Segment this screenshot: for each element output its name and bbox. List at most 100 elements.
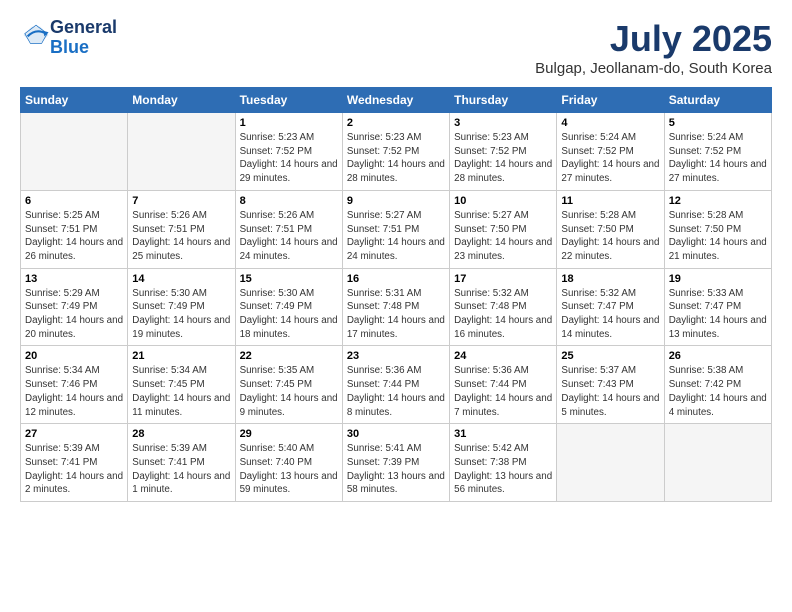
calendar-table: Sunday Monday Tuesday Wednesday Thursday… — [20, 87, 772, 502]
calendar-cell: 10 Sunrise: 5:27 AM Sunset: 7:50 PM Dayli… — [450, 190, 557, 268]
calendar-cell — [128, 113, 235, 191]
day-number: 9 — [347, 195, 445, 207]
day-info: Sunrise: 5:23 AM Sunset: 7:52 PM Dayligh… — [240, 131, 338, 186]
title-block: July 2025 Bulgap, Jeollanam-do, South Ko… — [535, 18, 772, 77]
day-number: 4 — [561, 117, 659, 129]
day-info: Sunrise: 5:35 AM Sunset: 7:45 PM Dayligh… — [240, 364, 338, 419]
day-info: Sunrise: 5:30 AM Sunset: 7:49 PM Dayligh… — [240, 287, 338, 342]
day-number: 21 — [132, 350, 230, 362]
day-number: 23 — [347, 350, 445, 362]
day-number: 11 — [561, 195, 659, 207]
calendar-cell: 3Sunrise: 5:23 AM Sunset: 7:52 PM Daylig… — [450, 113, 557, 191]
header: General Blue July 2025 Bulgap, Jeollanam… — [20, 18, 772, 77]
day-number: 1 — [240, 117, 338, 129]
day-info: Sunrise: 5:29 AM Sunset: 7:49 PM Dayligh… — [25, 287, 123, 342]
calendar-cell: 24 Sunrise: 5:36 AM Sunset: 7:44 PM Dayli… — [450, 346, 557, 424]
calendar-cell: 25 Sunrise: 5:37 AM Sunset: 7:43 PM Dayli… — [557, 346, 664, 424]
day-number: 5 — [669, 117, 767, 129]
day-info: Sunrise: 5:34 AM Sunset: 7:46 PM Dayligh… — [25, 364, 123, 419]
header-saturday: Saturday — [664, 88, 771, 113]
day-number: 29 — [240, 428, 338, 440]
day-info: Sunrise: 5:36 AM Sunset: 7:44 PM Dayligh… — [347, 364, 445, 419]
day-number: 26 — [669, 350, 767, 362]
day-number: 7 — [132, 195, 230, 207]
day-info: Sunrise: 5:23 AM Sunset: 7:52 PM Dayligh… — [454, 131, 552, 186]
calendar-week-row-2: 13 Sunrise: 5:29 AM Sunset: 7:49 PM Dayli… — [21, 268, 772, 346]
day-number: 25 — [561, 350, 659, 362]
day-info: Sunrise: 5:24 AM Sunset: 7:52 PM Dayligh… — [561, 131, 659, 186]
day-number: 6 — [25, 195, 123, 207]
calendar-cell: 18Sunrise: 5:32 AM Sunset: 7:47 PM Dayli… — [557, 268, 664, 346]
day-info: Sunrise: 5:42 AM Sunset: 7:38 PM Dayligh… — [454, 442, 552, 497]
logo-blue-text: Blue — [50, 37, 89, 57]
calendar-week-row-4: 27 Sunrise: 5:39 AM Sunset: 7:41 PM Dayli… — [21, 424, 772, 502]
calendar-week-row-0: 1 Sunrise: 5:23 AM Sunset: 7:52 PM Daylig… — [21, 113, 772, 191]
calendar-cell: 19 Sunrise: 5:33 AM Sunset: 7:47 PM Dayli… — [664, 268, 771, 346]
day-info: Sunrise: 5:37 AM Sunset: 7:43 PM Dayligh… — [561, 364, 659, 419]
day-info: Sunrise: 5:30 AM Sunset: 7:49 PM Dayligh… — [132, 287, 230, 342]
calendar-cell: 20 Sunrise: 5:34 AM Sunset: 7:46 PM Dayli… — [21, 346, 128, 424]
calendar-cell: 2 Sunrise: 5:23 AM Sunset: 7:52 PM Daylig… — [342, 113, 449, 191]
calendar-cell: 22 Sunrise: 5:35 AM Sunset: 7:45 PM Dayli… — [235, 346, 342, 424]
calendar-cell: 8 Sunrise: 5:26 AM Sunset: 7:51 PM Daylig… — [235, 190, 342, 268]
day-number: 31 — [454, 428, 552, 440]
calendar-cell: 14 Sunrise: 5:30 AM Sunset: 7:49 PM Dayli… — [128, 268, 235, 346]
day-number: 8 — [240, 195, 338, 207]
day-info: Sunrise: 5:41 AM Sunset: 7:39 PM Dayligh… — [347, 442, 445, 497]
day-info: Sunrise: 5:26 AM Sunset: 7:51 PM Dayligh… — [132, 209, 230, 264]
header-monday: Monday — [128, 88, 235, 113]
calendar-cell: 26 Sunrise: 5:38 AM Sunset: 7:42 PM Dayli… — [664, 346, 771, 424]
day-number: 19 — [669, 273, 767, 285]
day-info: Sunrise: 5:28 AM Sunset: 7:50 PM Dayligh… — [561, 209, 659, 264]
day-info: Sunrise: 5:32 AM Sunset: 7:47 PM Dayligh… — [561, 287, 659, 342]
calendar-cell — [664, 424, 771, 502]
logo-general-text: General — [50, 17, 117, 37]
calendar-cell: 16Sunrise: 5:31 AM Sunset: 7:48 PM Dayli… — [342, 268, 449, 346]
calendar-cell: 21 Sunrise: 5:34 AM Sunset: 7:45 PM Dayli… — [128, 346, 235, 424]
calendar-cell: 1 Sunrise: 5:23 AM Sunset: 7:52 PM Daylig… — [235, 113, 342, 191]
logo: General Blue — [20, 18, 117, 58]
day-number: 12 — [669, 195, 767, 207]
calendar-cell: 29Sunrise: 5:40 AM Sunset: 7:40 PM Dayli… — [235, 424, 342, 502]
day-info: Sunrise: 5:26 AM Sunset: 7:51 PM Dayligh… — [240, 209, 338, 264]
calendar-cell: 15 Sunrise: 5:30 AM Sunset: 7:49 PM Dayli… — [235, 268, 342, 346]
calendar-cell: 9Sunrise: 5:27 AM Sunset: 7:51 PM Daylig… — [342, 190, 449, 268]
calendar-cell: 13 Sunrise: 5:29 AM Sunset: 7:49 PM Dayli… — [21, 268, 128, 346]
title-location: Bulgap, Jeollanam-do, South Korea — [535, 60, 772, 77]
day-info: Sunrise: 5:24 AM Sunset: 7:52 PM Dayligh… — [669, 131, 767, 186]
day-number: 24 — [454, 350, 552, 362]
day-number: 28 — [132, 428, 230, 440]
calendar-cell: 12 Sunrise: 5:28 AM Sunset: 7:50 PM Dayli… — [664, 190, 771, 268]
calendar-cell: 5 Sunrise: 5:24 AM Sunset: 7:52 PM Daylig… — [664, 113, 771, 191]
day-number: 20 — [25, 350, 123, 362]
day-info: Sunrise: 5:39 AM Sunset: 7:41 PM Dayligh… — [25, 442, 123, 497]
day-number: 30 — [347, 428, 445, 440]
weekday-header-row: Sunday Monday Tuesday Wednesday Thursday… — [21, 88, 772, 113]
day-number: 14 — [132, 273, 230, 285]
calendar-cell: 28 Sunrise: 5:39 AM Sunset: 7:41 PM Dayli… — [128, 424, 235, 502]
header-tuesday: Tuesday — [235, 88, 342, 113]
day-number: 2 — [347, 117, 445, 129]
calendar-cell: 11 Sunrise: 5:28 AM Sunset: 7:50 PM Dayli… — [557, 190, 664, 268]
day-info: Sunrise: 5:39 AM Sunset: 7:41 PM Dayligh… — [132, 442, 230, 497]
day-info: Sunrise: 5:33 AM Sunset: 7:47 PM Dayligh… — [669, 287, 767, 342]
calendar-cell: 31 Sunrise: 5:42 AM Sunset: 7:38 PM Dayli… — [450, 424, 557, 502]
day-info: Sunrise: 5:28 AM Sunset: 7:50 PM Dayligh… — [669, 209, 767, 264]
day-number: 10 — [454, 195, 552, 207]
header-sunday: Sunday — [21, 88, 128, 113]
calendar-week-row-3: 20 Sunrise: 5:34 AM Sunset: 7:46 PM Dayli… — [21, 346, 772, 424]
day-info: Sunrise: 5:23 AM Sunset: 7:52 PM Dayligh… — [347, 131, 445, 186]
day-info: Sunrise: 5:36 AM Sunset: 7:44 PM Dayligh… — [454, 364, 552, 419]
day-number: 17 — [454, 273, 552, 285]
day-info: Sunrise: 5:27 AM Sunset: 7:50 PM Dayligh… — [454, 209, 552, 264]
day-number: 22 — [240, 350, 338, 362]
day-info: Sunrise: 5:34 AM Sunset: 7:45 PM Dayligh… — [132, 364, 230, 419]
title-month: July 2025 — [535, 18, 772, 60]
calendar-cell — [557, 424, 664, 502]
calendar-cell: 27 Sunrise: 5:39 AM Sunset: 7:41 PM Dayli… — [21, 424, 128, 502]
day-number: 15 — [240, 273, 338, 285]
header-thursday: Thursday — [450, 88, 557, 113]
day-number: 27 — [25, 428, 123, 440]
day-info: Sunrise: 5:38 AM Sunset: 7:42 PM Dayligh… — [669, 364, 767, 419]
day-number: 13 — [25, 273, 123, 285]
